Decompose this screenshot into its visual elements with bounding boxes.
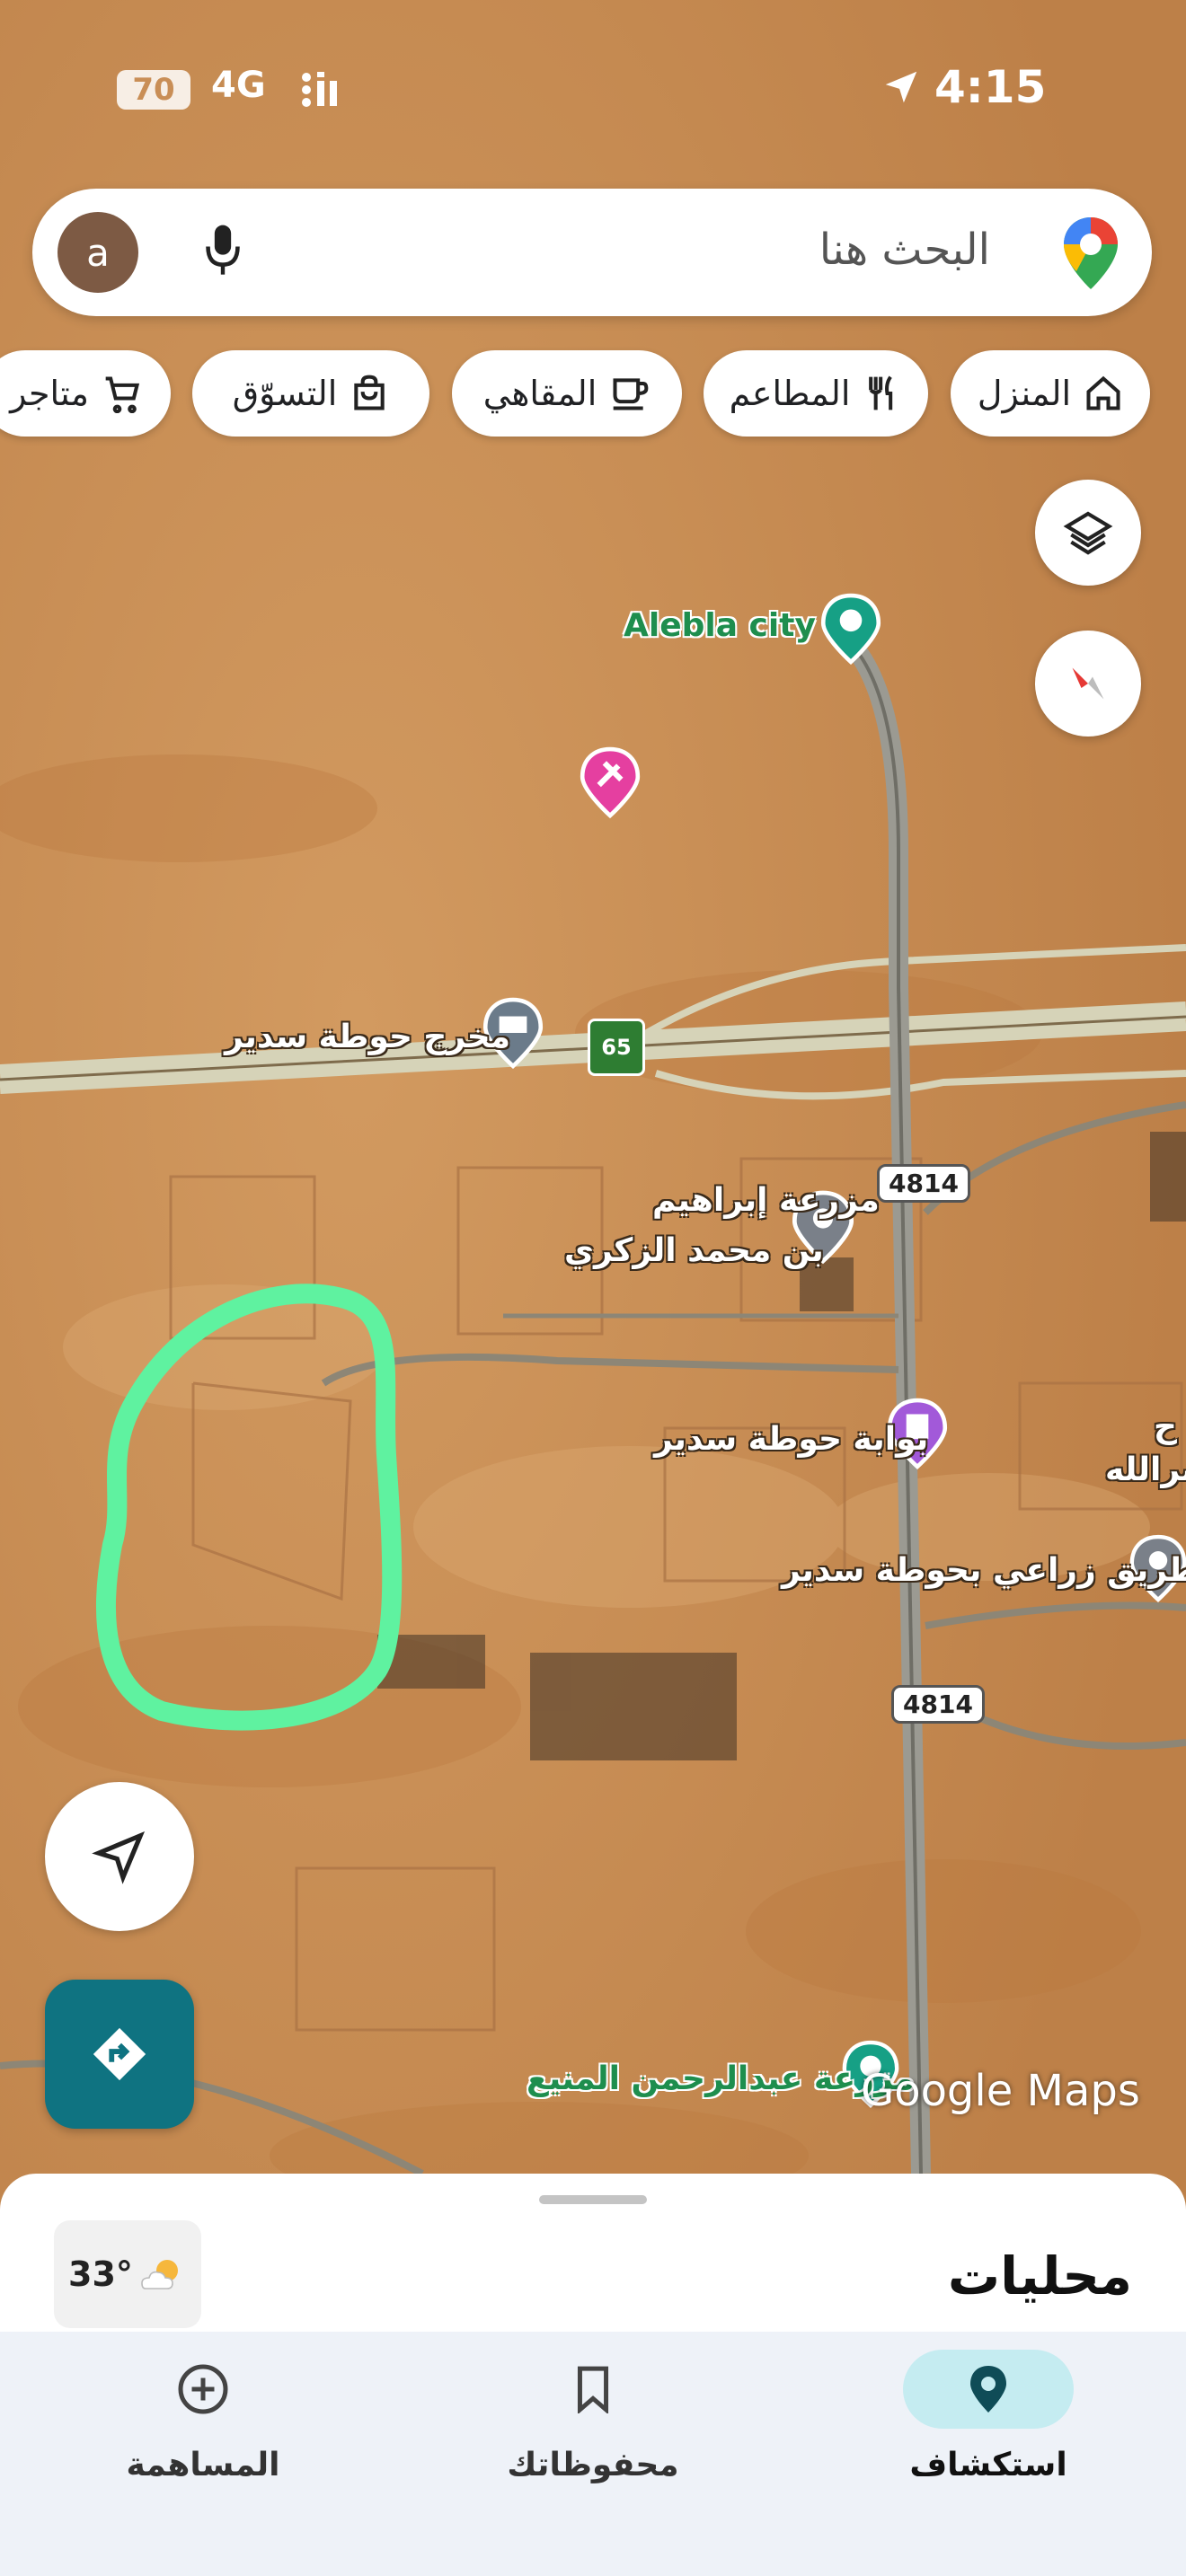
bottom-navigation: استكشاف محفوظاتك المساهمة bbox=[0, 2332, 1186, 2576]
map-label-edge-2[interactable]: صرالله bbox=[1105, 1451, 1186, 1488]
nav-label: استكشاف bbox=[909, 2447, 1067, 2483]
partly-cloudy-icon bbox=[141, 2260, 178, 2289]
home-icon bbox=[1086, 375, 1120, 410]
weather-temp: 33° bbox=[68, 2254, 133, 2294]
chip-label: متاجر bbox=[10, 374, 89, 413]
chip-stores[interactable]: متاجر bbox=[0, 350, 171, 437]
search-bar[interactable]: a البحث هنا bbox=[32, 189, 1152, 316]
location-pin-icon bbox=[970, 2366, 1006, 2413]
map-label-farm-abdulrahman[interactable]: مزرعة عبدالرحمن المنيع bbox=[527, 2060, 915, 2097]
avatar[interactable]: a bbox=[58, 212, 138, 293]
map-label-exit[interactable]: مخرج حوطة سدير bbox=[225, 1019, 510, 1055]
map-label-farm-ibrahim-1[interactable]: مزرعة إبراهيم bbox=[652, 1182, 880, 1219]
sheet-drag-handle[interactable] bbox=[539, 2195, 647, 2204]
route-shield-4814-upper: 4814 bbox=[877, 1164, 970, 1203]
chip-label: المقاهي bbox=[482, 374, 597, 413]
map-label-farm-ibrahim-2[interactable]: بن محمد الزكري bbox=[564, 1232, 824, 1269]
chip-cafes[interactable]: المقاهي bbox=[452, 350, 682, 437]
add-circle-icon bbox=[178, 2364, 228, 2414]
route-shield-65: 65 bbox=[588, 1019, 645, 1076]
nav-explore-pill[interactable] bbox=[903, 2350, 1074, 2429]
navigation-arrow-icon bbox=[92, 1831, 146, 1884]
route-shield-4814-lower: 4814 bbox=[891, 1685, 985, 1724]
my-location-button[interactable] bbox=[45, 1782, 194, 1931]
nav-contribute-pill[interactable] bbox=[118, 2350, 288, 2429]
cafe-icon bbox=[613, 378, 649, 410]
chip-label: التسوّق bbox=[232, 374, 338, 413]
map-label-alebla[interactable]: Alebla city bbox=[624, 607, 816, 644]
directions-icon bbox=[93, 2027, 146, 2081]
google-maps-attribution: Google Maps bbox=[861, 2066, 1140, 2116]
chip-label: المطاعم bbox=[729, 374, 851, 413]
chip-home[interactable]: المنزل bbox=[951, 350, 1150, 437]
chip-shopping[interactable]: التسوّق bbox=[192, 350, 429, 437]
battery-indicator: 70 bbox=[117, 70, 190, 110]
restaurant-icon bbox=[869, 375, 893, 410]
chip-restaurants[interactable]: المطاعم bbox=[704, 350, 928, 437]
nav-explore[interactable]: استكشاف bbox=[854, 2350, 1123, 2483]
network-type: 4G bbox=[211, 65, 266, 106]
nav-saved[interactable]: محفوظاتك bbox=[458, 2350, 728, 2483]
clock: 4:15 bbox=[934, 61, 1047, 113]
layers-icon bbox=[1063, 511, 1113, 555]
nav-label: المساهمة bbox=[126, 2447, 280, 2483]
chip-label: المنزل bbox=[977, 374, 1072, 413]
park-pin-icon[interactable] bbox=[818, 593, 884, 665]
compass-icon bbox=[1072, 667, 1104, 700]
signal-icon bbox=[302, 72, 337, 107]
location-arrow-icon bbox=[885, 71, 917, 103]
map-label-edge-1[interactable]: ح bbox=[1154, 1408, 1177, 1445]
status-bar: 70 4G 4:15 bbox=[0, 54, 1186, 126]
search-input[interactable]: البحث هنا bbox=[819, 225, 990, 275]
nav-label: محفوظاتك bbox=[507, 2447, 679, 2483]
compass-button[interactable] bbox=[1035, 631, 1141, 737]
weather-chip[interactable]: 33° bbox=[54, 2220, 201, 2328]
directions-button[interactable] bbox=[45, 1980, 194, 2129]
map-label-farm-road[interactable]: طريق زراعي بحوطة سدير bbox=[782, 1552, 1186, 1589]
nav-saved-pill[interactable] bbox=[508, 2350, 678, 2429]
shopping-bag-icon bbox=[354, 375, 385, 410]
bookmark-icon bbox=[577, 2366, 609, 2413]
microphone-icon[interactable] bbox=[203, 219, 243, 284]
cart-icon bbox=[105, 376, 140, 413]
map-label-gate[interactable]: بوابة حوطة سدير bbox=[654, 1421, 928, 1458]
tools-pin-icon[interactable] bbox=[577, 745, 643, 819]
sheet-title: محليات bbox=[947, 2245, 1132, 2307]
nav-contribute[interactable]: المساهمة bbox=[68, 2350, 338, 2483]
layers-button[interactable] bbox=[1035, 480, 1141, 586]
google-maps-pin-icon bbox=[1064, 217, 1118, 289]
